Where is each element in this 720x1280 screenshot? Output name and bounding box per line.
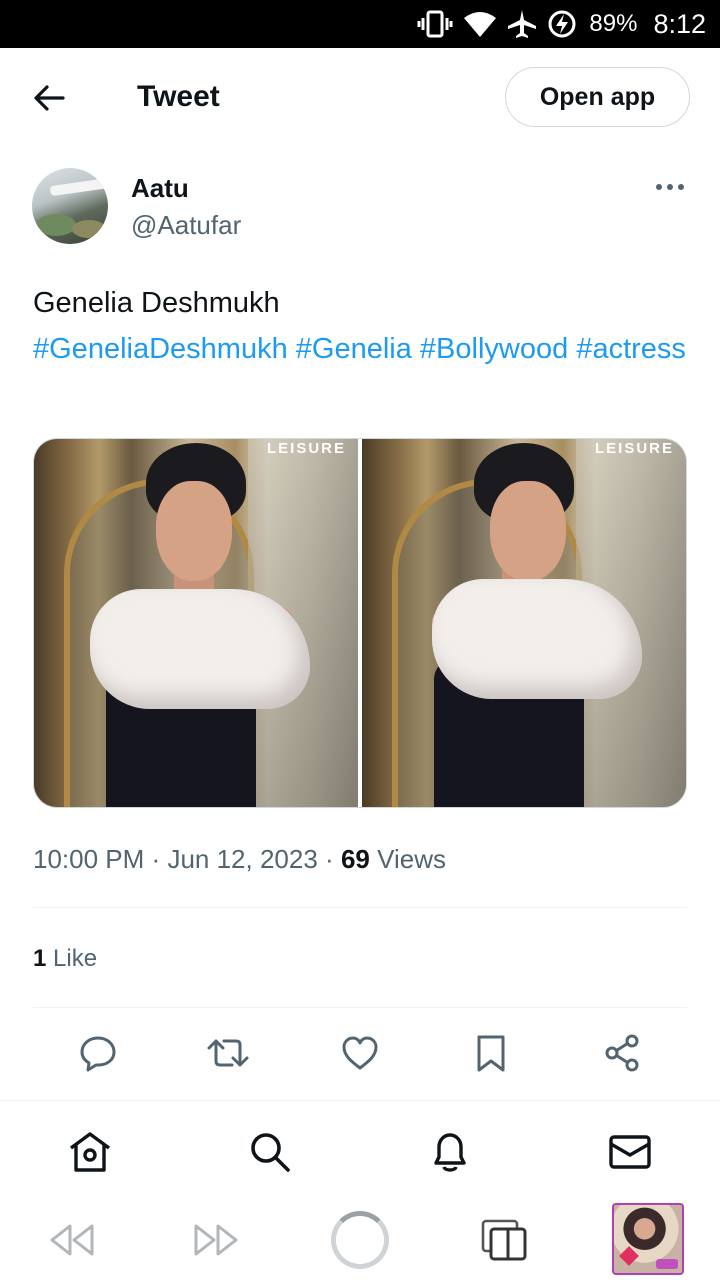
bookmark-icon[interactable] bbox=[468, 1030, 514, 1076]
divider bbox=[33, 907, 687, 908]
tweet-text: Genelia Deshmukh #GeneliaDeshmukh #Genel… bbox=[33, 280, 693, 372]
magazine-brand: LEISURE bbox=[266, 440, 346, 457]
airplane-mode-icon bbox=[508, 10, 537, 38]
search-icon[interactable] bbox=[245, 1127, 295, 1177]
hashtag-link[interactable]: #actress bbox=[576, 333, 686, 365]
divider bbox=[33, 1007, 687, 1008]
messages-icon[interactable] bbox=[605, 1127, 655, 1177]
tweet-actions bbox=[33, 1030, 687, 1076]
loading-indicator bbox=[328, 1210, 392, 1270]
back-button[interactable] bbox=[26, 78, 72, 118]
page-title: Tweet bbox=[137, 80, 220, 113]
author-name[interactable]: Aatu bbox=[131, 172, 189, 204]
vibrate-icon bbox=[417, 10, 453, 38]
battery-charging-icon bbox=[548, 10, 576, 38]
meta-separator: · bbox=[151, 844, 161, 874]
arrow-left-icon bbox=[34, 85, 65, 111]
tweet-time[interactable]: 10:00 PM bbox=[33, 844, 144, 874]
hashtags: #GeneliaDeshmukh #Genelia #Bollywood #ac… bbox=[33, 326, 693, 372]
clock: 8:12 bbox=[653, 8, 706, 39]
views-label: Views bbox=[377, 844, 446, 874]
tweet-media: LEISURE LEISURE bbox=[33, 438, 687, 808]
open-app-button[interactable]: Open app bbox=[505, 67, 690, 127]
like-icon[interactable] bbox=[337, 1030, 383, 1076]
home-icon[interactable] bbox=[65, 1127, 115, 1177]
meta-separator: · bbox=[325, 844, 334, 874]
reply-icon[interactable] bbox=[75, 1030, 121, 1076]
tweet-header: Tweet Open app bbox=[0, 48, 720, 146]
wifi-icon bbox=[464, 12, 497, 37]
views-count: 69 bbox=[340, 844, 370, 874]
media-photo[interactable]: LEISURE bbox=[34, 439, 358, 807]
tweet-body: Genelia Deshmukh bbox=[33, 287, 280, 319]
likes-count: 1 bbox=[33, 945, 47, 972]
page-thumbnail[interactable] bbox=[612, 1203, 684, 1275]
bottom-navigation bbox=[0, 1100, 720, 1198]
fast-forward-icon[interactable] bbox=[184, 1210, 248, 1270]
likes-label: Like bbox=[53, 945, 98, 972]
rewind-icon[interactable] bbox=[40, 1210, 104, 1270]
tweet-meta: 10:00 PM · Jun 12, 2023 · 69 Views bbox=[33, 842, 446, 876]
hashtag-link[interactable]: #Genelia bbox=[296, 333, 412, 365]
tweet-date[interactable]: Jun 12, 2023 bbox=[167, 844, 317, 874]
hashtag-link[interactable]: #GeneliaDeshmukh bbox=[33, 333, 288, 365]
more-options-icon[interactable] bbox=[648, 172, 692, 202]
media-photo[interactable]: LEISURE bbox=[362, 439, 686, 807]
battery-percentage: 89% bbox=[589, 10, 638, 37]
likes-summary[interactable]: 1 Like bbox=[33, 943, 97, 975]
magazine-brand: LEISURE bbox=[594, 440, 674, 457]
author-handle[interactable]: @Aatufar bbox=[131, 208, 241, 242]
status-bar: 89% 8:12 bbox=[0, 0, 720, 48]
retweet-icon[interactable] bbox=[205, 1030, 251, 1076]
avatar[interactable] bbox=[32, 168, 108, 244]
hashtag-link[interactable]: #Bollywood bbox=[420, 333, 568, 365]
notifications-icon[interactable] bbox=[425, 1127, 475, 1177]
share-icon[interactable] bbox=[599, 1030, 645, 1076]
tabs-icon[interactable] bbox=[472, 1210, 536, 1270]
